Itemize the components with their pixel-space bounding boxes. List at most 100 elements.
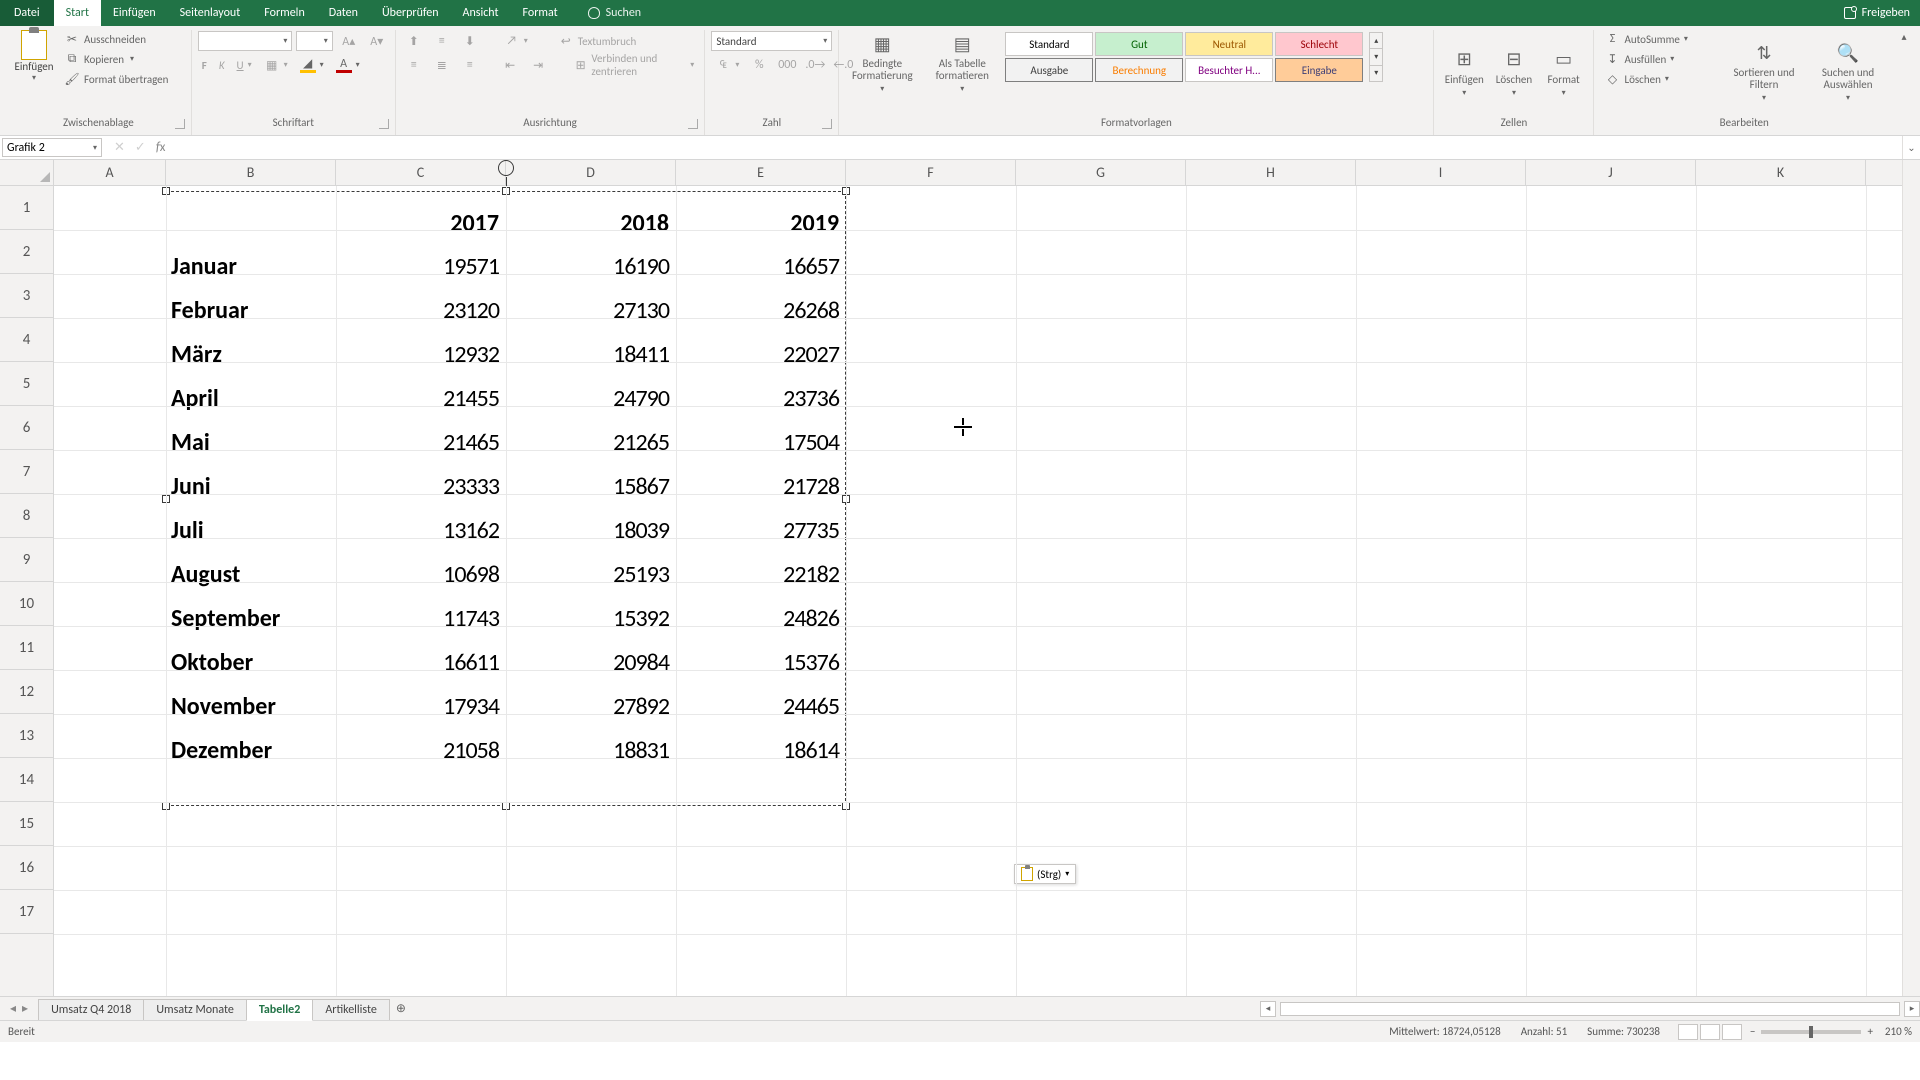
row-header-3[interactable]: 3 [0, 274, 53, 318]
increase-decimal-button[interactable]: .0→ [803, 56, 827, 74]
cell-style-standard[interactable]: Standard [1005, 32, 1093, 56]
cut-button[interactable]: ✂Ausschneiden [60, 30, 185, 48]
sheet-tab-tabelle2[interactable]: Tabelle2 [246, 999, 313, 1021]
column-header-J[interactable]: J [1526, 160, 1696, 185]
row-header-16[interactable]: 16 [0, 846, 53, 890]
gallery-down-button[interactable]: ▾ [1370, 49, 1382, 65]
underline-button[interactable]: U▾ [233, 58, 256, 73]
gallery-more-button[interactable]: ▾ [1370, 66, 1382, 81]
font-color-button[interactable]: A▾ [332, 56, 364, 74]
font-size-combo[interactable]: ▾ [296, 31, 332, 51]
row-header-2[interactable]: 2 [0, 230, 53, 274]
paste-options-button[interactable]: (Strg) ▾ [1014, 864, 1076, 884]
ribbon-tab-seitenlayout[interactable]: Seitenlayout [168, 0, 253, 26]
collapse-ribbon-button[interactable]: ▴ [1894, 30, 1914, 135]
column-header-H[interactable]: H [1186, 160, 1356, 185]
cells-area[interactable]: 201720182019Januar195711619016657Februar… [54, 186, 1902, 996]
borders-button[interactable]: ▦▾ [260, 56, 292, 74]
ribbon-tab-format[interactable]: Format [511, 0, 570, 26]
row-header-6[interactable]: 6 [0, 406, 53, 450]
font-name-combo[interactable]: ▾ [198, 31, 293, 51]
format-as-table-button[interactable]: ▤ Als Tabelle formatieren▾ [925, 32, 999, 94]
column-header-G[interactable]: G [1016, 160, 1186, 185]
gallery-up-button[interactable]: ▴ [1370, 33, 1382, 49]
ribbon-tab-überprüfen[interactable]: Überprüfen [370, 0, 451, 26]
ribbon-tab-ansicht[interactable]: Ansicht [451, 0, 511, 26]
increase-font-button[interactable]: A▴ [337, 32, 361, 50]
align-left-button[interactable]: ≡ [402, 56, 426, 74]
copy-button[interactable]: ⧉Kopieren▾ [60, 50, 185, 68]
sheet-nav-next[interactable]: ▸ [22, 1001, 28, 1016]
row-header-14[interactable]: 14 [0, 758, 53, 802]
new-sheet-button[interactable]: ⊕ [389, 997, 413, 1020]
column-header-B[interactable]: B [166, 160, 336, 185]
fill-button[interactable]: ↧Ausfüllen▾ [1600, 50, 1720, 68]
row-header-9[interactable]: 9 [0, 538, 53, 582]
cell-styles-gallery[interactable]: StandardGutNeutralSchlecht AusgabeBerechn… [1005, 32, 1363, 82]
zoom-out-button[interactable]: − [1750, 1025, 1755, 1038]
cell-style-neutral[interactable]: Neutral [1185, 32, 1273, 56]
align-right-button[interactable]: ≡ [458, 56, 482, 74]
expand-formula-bar-button[interactable]: ⌄ [1902, 136, 1920, 159]
zoom-in-button[interactable]: + [1867, 1025, 1872, 1038]
column-header-A[interactable]: A [54, 160, 166, 185]
align-top-button[interactable]: ⬆ [402, 32, 426, 50]
row-headers[interactable]: 1234567891011121314151617 [0, 186, 54, 996]
share-button[interactable]: Freigeben [1844, 6, 1910, 20]
delete-cells-button[interactable]: ⊟Löschen▾ [1490, 30, 1538, 114]
accounting-format-button[interactable]: ₠▾ [711, 56, 743, 74]
column-header-D[interactable]: D [506, 160, 676, 185]
clipboard-launcher[interactable] [175, 119, 185, 129]
hscroll-track[interactable] [1280, 1002, 1900, 1016]
row-header-1[interactable]: 1 [0, 186, 53, 230]
cell-style-schlecht[interactable]: Schlecht [1275, 32, 1363, 56]
zoom-slider[interactable] [1761, 1030, 1861, 1034]
merge-center-button[interactable]: ⊞Verbinden und zentrieren▾ [570, 51, 698, 79]
row-header-12[interactable]: 12 [0, 670, 53, 714]
cell-style-eingabe[interactable]: Eingabe [1275, 58, 1363, 82]
cell-style-berechnung[interactable]: Berechnung [1095, 58, 1183, 82]
vertical-scrollbar[interactable] [1902, 160, 1920, 996]
zoom-control[interactable]: − + 210 % [1750, 1025, 1912, 1038]
decrease-font-button[interactable]: A▾ [365, 32, 389, 50]
font-launcher[interactable] [379, 119, 389, 129]
autosum-button[interactable]: ΣAutoSumme▾ [1600, 30, 1720, 48]
italic-button[interactable]: K [215, 58, 229, 73]
thousands-button[interactable]: 000 [775, 56, 799, 74]
fill-color-button[interactable]: ◢▾ [296, 56, 328, 74]
paste-button[interactable]: Einfügen ▾ [12, 30, 56, 114]
row-header-15[interactable]: 15 [0, 802, 53, 846]
formula-input[interactable] [175, 136, 1902, 159]
tell-me-search[interactable]: Suchen [588, 6, 641, 20]
row-header-17[interactable]: 17 [0, 890, 53, 934]
cell-style-gut[interactable]: Gut [1095, 32, 1183, 56]
view-page-break-button[interactable] [1722, 1024, 1742, 1040]
cell-style-ausgabe[interactable]: Ausgabe [1005, 58, 1093, 82]
clear-button[interactable]: ◇Löschen▾ [1600, 70, 1720, 88]
row-header-7[interactable]: 7 [0, 450, 53, 494]
name-box[interactable]: Grafik 2▾ [2, 138, 102, 157]
ribbon-tab-start[interactable]: Start [54, 0, 101, 26]
insert-cells-button[interactable]: ⊞Einfügen▾ [1440, 30, 1488, 114]
ribbon-tab-einfügen[interactable]: Einfügen [101, 0, 168, 26]
row-header-10[interactable]: 10 [0, 582, 53, 626]
column-header-E[interactable]: E [676, 160, 846, 185]
hscroll-left[interactable]: ◂ [1260, 1001, 1276, 1017]
wrap-text-button[interactable]: ↩Textumbruch [554, 32, 641, 50]
align-bottom-button[interactable]: ⬇ [458, 32, 482, 50]
file-tab[interactable]: Datei [0, 0, 54, 26]
row-header-8[interactable]: 8 [0, 494, 53, 538]
rotate-handle[interactable] [498, 160, 514, 176]
enter-formula-button[interactable]: ✓ [135, 140, 146, 155]
sheet-tab-umsatz-q4-2018[interactable]: Umsatz Q4 2018 [38, 999, 144, 1020]
row-header-11[interactable]: 11 [0, 626, 53, 670]
increase-indent-button[interactable]: ⇥ [526, 56, 550, 74]
sheet-nav-prev[interactable]: ◂ [10, 1001, 16, 1016]
worksheet-grid[interactable]: ABCDEFGHIJK 1234567891011121314151617 20… [0, 160, 1920, 996]
fx-button[interactable]: fx [156, 140, 166, 155]
find-select-button[interactable]: 🔍Suchen und Auswählen▾ [1808, 30, 1888, 114]
percent-button[interactable]: % [747, 56, 771, 74]
row-header-13[interactable]: 13 [0, 714, 53, 758]
row-header-5[interactable]: 5 [0, 362, 53, 406]
decrease-indent-button[interactable]: ⇤ [498, 56, 522, 74]
